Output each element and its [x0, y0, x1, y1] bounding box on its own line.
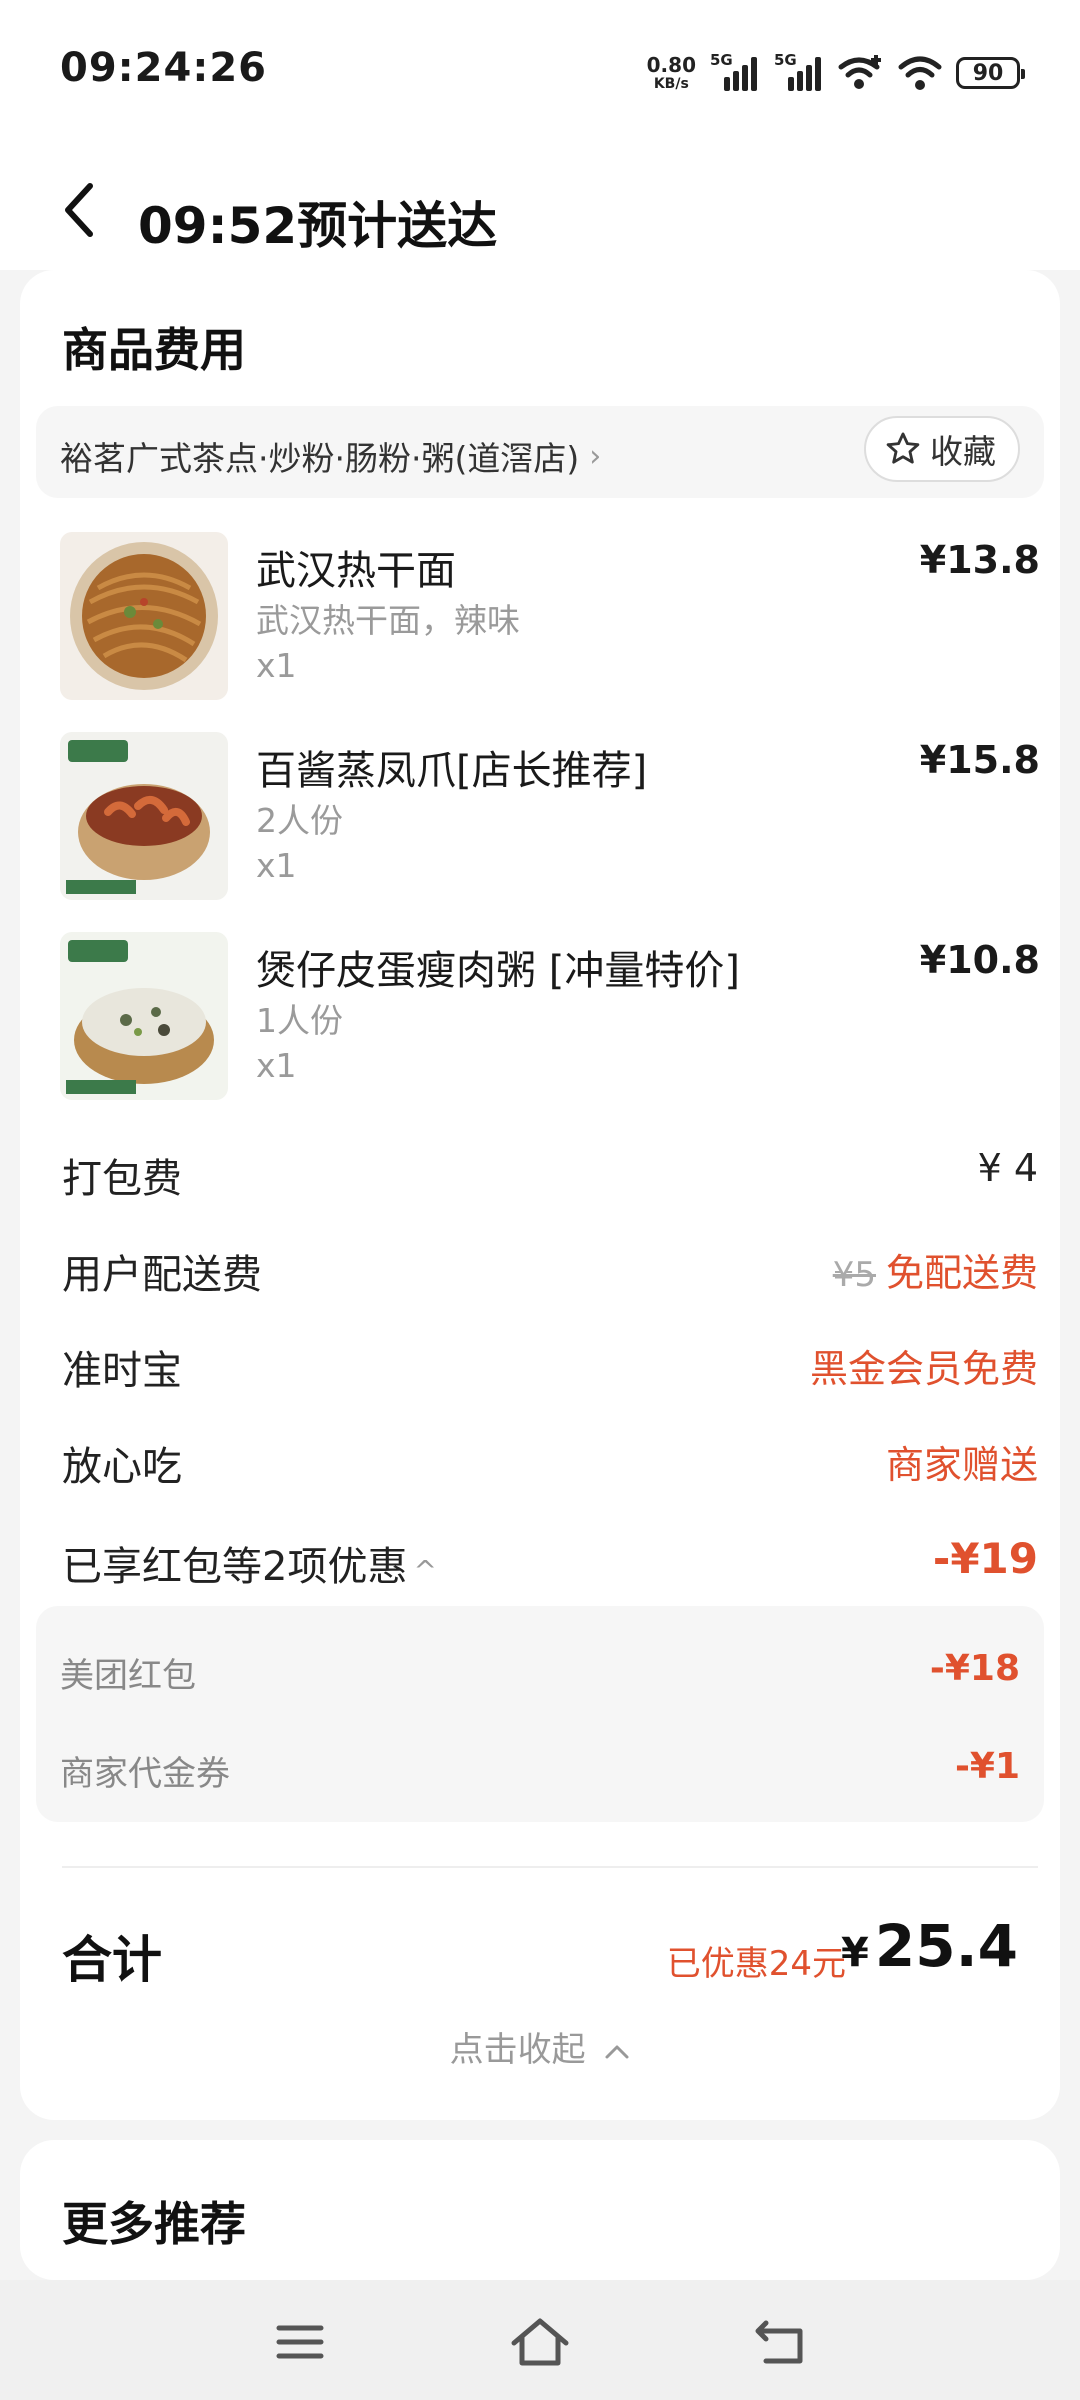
delivery-fee-original: ¥5: [832, 1255, 876, 1295]
menu-icon: [276, 2325, 324, 2359]
status-time: 09:24:26: [60, 45, 267, 91]
star-icon: [886, 432, 920, 464]
wifi-plus-icon: [838, 55, 881, 89]
signal-sim1-icon: 5G: [710, 51, 760, 93]
on-time-value: 黑金会员免费: [809, 1347, 1038, 1391]
chicken-feet-dish-image: [60, 732, 228, 900]
wifi-icon: [898, 56, 942, 90]
total-label: 合计: [62, 1931, 162, 1989]
store-name: 裕茗广式茶点·炒粉·肠粉·粥(道滘店): [60, 439, 580, 478]
sim2-network-label: 5G: [774, 51, 797, 69]
on-time-label: 准时宝: [62, 1348, 182, 1394]
back-icon: [755, 2320, 803, 2364]
back-button[interactable]: [52, 182, 108, 238]
discount-row: 商家代金券 -¥1: [60, 1746, 1020, 1806]
noodle-dish-image: [60, 532, 228, 700]
menu-button[interactable]: [270, 2314, 330, 2370]
store-row[interactable]: 裕茗广式茶点·炒粉·肠粉·粥(道滘店) › 收藏: [36, 406, 1044, 498]
item-price: ¥13.8: [919, 538, 1040, 582]
on-time-row: 准时宝 黑金会员免费: [62, 1338, 1038, 1408]
store-link[interactable]: 裕茗广式茶点·炒粉·肠粉·粥(道滘店) ›: [60, 432, 601, 480]
battery-icon: 90: [956, 57, 1025, 89]
system-nav-bar: [0, 2280, 1080, 2400]
congee-dish-image: [60, 932, 228, 1100]
delivery-fee-value: 免配送费: [885, 1251, 1038, 1295]
chevron-right-icon: ›: [589, 438, 602, 474]
divider: [62, 1866, 1038, 1868]
status-bar: 09:24:26 0.80 KB/s 5G 5G 90: [0, 0, 1080, 150]
item-quantity: x1: [256, 1046, 297, 1085]
item-spec: 2人份: [256, 801, 343, 840]
order-item[interactable]: 百酱蒸凤爪[店长推荐] 2人份 x1 ¥15.8: [60, 732, 1040, 902]
packing-fee-value: ¥ 4: [977, 1146, 1038, 1190]
item-spec: 武汉热干面，辣味: [256, 601, 520, 640]
chevron-left-icon: [65, 183, 93, 237]
discount-value: -¥1: [954, 1746, 1020, 1787]
fees-section-title: 商品费用: [62, 323, 246, 377]
discounts-summary-label-wrap: 已享红包等2项优惠 ^: [62, 1534, 437, 1592]
battery-level: 90: [972, 60, 1004, 86]
safe-eat-label: 放心吃: [62, 1444, 182, 1490]
packing-fee-row: 打包费 ¥ 4: [62, 1146, 1038, 1216]
order-item[interactable]: 武汉热干面 武汉热干面，辣味 x1 ¥13.8: [60, 532, 1040, 702]
discount-value: -¥18: [929, 1648, 1020, 1689]
packing-fee-label: 打包费: [62, 1156, 182, 1202]
sim1-network-label: 5G: [710, 51, 733, 69]
total-saved: 已优惠24元: [666, 1944, 846, 1984]
discounts-summary-row[interactable]: 已享红包等2项优惠 ^ -¥19: [62, 1534, 1038, 1604]
more-recommendations-card: 更多推荐: [20, 2140, 1060, 2280]
item-name: 武汉热干面: [256, 548, 456, 594]
item-quantity: x1: [256, 846, 297, 885]
discounts-summary-label: 已享红包等2项优惠: [62, 1544, 408, 1590]
discounts-detail: 美团红包 -¥18 商家代金券 -¥1: [36, 1606, 1044, 1822]
item-spec: 1人份: [256, 1001, 343, 1040]
favorite-label: 收藏: [930, 432, 996, 471]
network-speed: 0.80 KB/s: [647, 55, 696, 91]
total-amount: ¥25.4: [841, 1912, 1018, 1980]
discount-label: 商家代金券: [60, 1754, 230, 1794]
signal-sim2-icon: 5G: [774, 51, 824, 93]
status-icons: 0.80 KB/s 5G 5G 90: [647, 48, 1025, 98]
safe-eat-value: 商家赠送: [885, 1443, 1038, 1487]
item-price: ¥10.8: [919, 938, 1040, 982]
network-speed-value: 0.80: [646, 53, 696, 77]
item-name: 煲仔皮蛋瘦肉粥 [冲量特价]: [256, 948, 740, 994]
item-price: ¥15.8: [919, 738, 1040, 782]
order-item[interactable]: 煲仔皮蛋瘦肉粥 [冲量特价] 1人份 x1 ¥10.8: [60, 932, 1040, 1102]
total-value: 25.4: [874, 1912, 1018, 1980]
network-speed-unit: KB/s: [653, 76, 689, 92]
favorite-button[interactable]: 收藏: [864, 416, 1020, 482]
more-recommendations-title: 更多推荐: [62, 2197, 246, 2251]
discounts-summary-value: -¥19: [932, 1534, 1038, 1583]
collapse-label: 点击收起: [449, 2030, 586, 2070]
chevron-up-icon: [605, 2045, 629, 2058]
item-name: 百酱蒸凤爪[店长推荐]: [256, 748, 648, 794]
item-quantity: x1: [256, 646, 297, 685]
discount-label: 美团红包: [60, 1656, 196, 1696]
fees-card: 商品费用 裕茗广式茶点·炒粉·肠粉·粥(道滘店) › 收藏 武汉热干面 武汉热干…: [20, 270, 1060, 2120]
discount-row: 美团红包 -¥18: [60, 1648, 1020, 1708]
delivery-fee-label: 用户配送费: [62, 1252, 262, 1298]
home-icon: [511, 2318, 569, 2366]
total-currency: ¥: [841, 1930, 869, 1976]
page-header: 09:52预计送达: [0, 150, 1080, 270]
safe-eat-row: 放心吃 商家赠送: [62, 1434, 1038, 1504]
home-button[interactable]: [510, 2314, 570, 2370]
delivery-fee-row: 用户配送费 ¥5 免配送费: [62, 1242, 1038, 1312]
back-nav-button[interactable]: [750, 2314, 810, 2370]
delivery-fee-value-wrap: ¥5 免配送费: [833, 1242, 1038, 1297]
chevron-up-icon: ^: [413, 1554, 437, 1587]
collapse-button[interactable]: 点击收起: [20, 2022, 1060, 2071]
page-title: 09:52预计送达: [138, 197, 498, 255]
